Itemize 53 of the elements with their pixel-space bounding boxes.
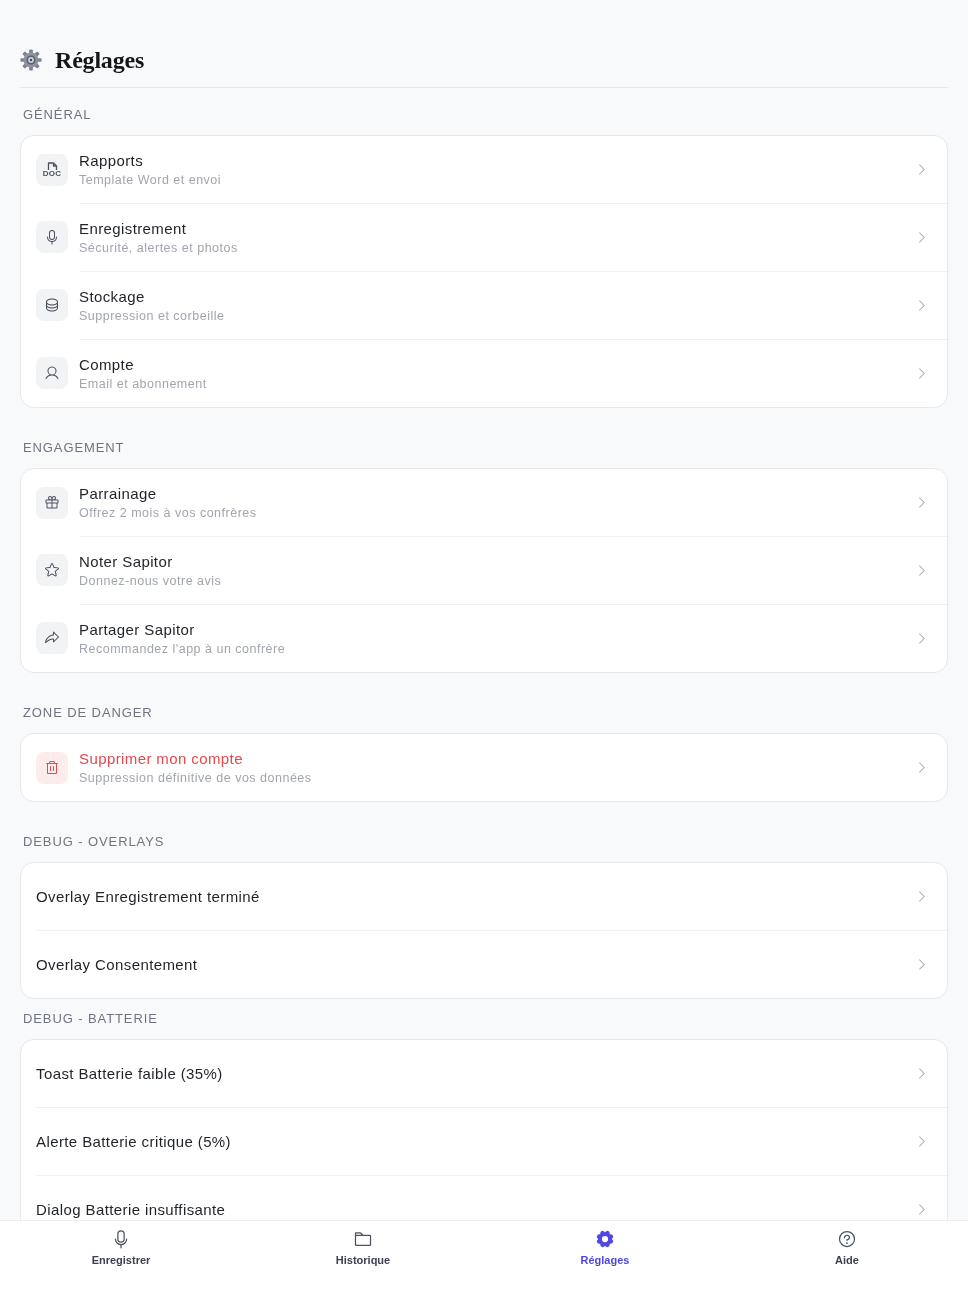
section-heading: ZONE DE DANGER <box>22 705 154 721</box>
row-title: Noter Sapitor <box>79 552 174 571</box>
row-title: Alerte Batterie critique (5%) <box>36 1132 232 1151</box>
row-subtitle: Suppression définitive de vos données <box>79 770 313 786</box>
row-title: Stockage <box>79 287 146 306</box>
row-title: Rapports <box>79 151 145 170</box>
tab-item[interactable]: Aide <box>726 1221 968 1290</box>
row-subtitle: Template Word et envoi <box>79 172 223 188</box>
settings-row[interactable]: Enregistrement Sécurité, alertes et photos <box>21 203 947 271</box>
gift-icon <box>36 486 68 519</box>
row-subtitle: Offrez 2 mois à vos confrères <box>79 505 258 521</box>
row-title: Dialog Batterie insuffisante <box>36 1200 227 1219</box>
folder-icon <box>353 1229 373 1249</box>
row-title: Overlay Consentement <box>36 955 199 974</box>
gear-icon <box>20 49 42 71</box>
settings-row[interactable]: Supprimer mon compte Suppression définitive de vos données <box>21 734 947 801</box>
row-subtitle: Sécurité, alertes et photos <box>79 240 239 256</box>
user-icon <box>36 357 68 389</box>
settings-row[interactable]: Toast Batterie faible (35%) <box>21 1040 947 1107</box>
settings-row[interactable]: Stockage Suppression et corbeille <box>21 271 947 339</box>
row-title: Partager Sapitor <box>79 620 196 639</box>
row-subtitle: Suppression et corbeille <box>79 308 226 324</box>
row-title: Toast Batterie faible (35%) <box>36 1064 224 1083</box>
section-heading: GÉNÉRAL <box>22 107 93 123</box>
tab-item[interactable]: Réglages <box>484 1221 726 1290</box>
settings-row[interactable]: Alerte Batterie critique (5%) <box>21 1107 947 1175</box>
row-title: Overlay Enregistrement terminé <box>36 887 261 906</box>
row-title: Compte <box>79 355 135 374</box>
doc-file-icon: DOC <box>36 153 68 186</box>
trash-icon <box>36 751 68 784</box>
page-title: Réglages <box>55 46 145 74</box>
tab-item[interactable]: Historique <box>242 1221 484 1290</box>
tab-item[interactable]: Enregistrer <box>0 1221 242 1290</box>
settings-row[interactable]: Overlay Consentement <box>21 930 947 998</box>
microphone-icon <box>36 221 68 253</box>
row-title: Parrainage <box>79 484 158 503</box>
row-title: Enregistrement <box>79 219 188 238</box>
settings-row[interactable]: Overlay Enregistrement terminé <box>21 863 947 930</box>
settings-row[interactable]: Noter Sapitor Donnez-nous votre avis <box>21 536 947 604</box>
section-heading: ENGAGEMENT <box>22 440 126 456</box>
row-subtitle: Recommandez l'app à un confrère <box>79 641 287 657</box>
row-subtitle: Donnez-nous votre avis <box>79 573 223 589</box>
section-heading: DEBUG - BATTERIE <box>22 1011 159 1027</box>
settings-row[interactable]: Compte Email et abonnement <box>21 339 947 407</box>
help-icon <box>837 1229 857 1249</box>
row-subtitle: Email et abonnement <box>79 376 208 392</box>
settings-icon <box>595 1229 615 1249</box>
database-icon <box>36 289 68 321</box>
settings-row[interactable]: DOC Rapports Template Word et envoi <box>21 136 947 203</box>
row-title: Supprimer mon compte <box>79 749 244 768</box>
settings-row[interactable]: Parrainage Offrez 2 mois à vos confrères <box>21 469 947 536</box>
settings-row[interactable]: Partager Sapitor Recommandez l'app à un confrère <box>21 604 947 672</box>
section-heading: DEBUG - OVERLAYS <box>22 834 166 850</box>
